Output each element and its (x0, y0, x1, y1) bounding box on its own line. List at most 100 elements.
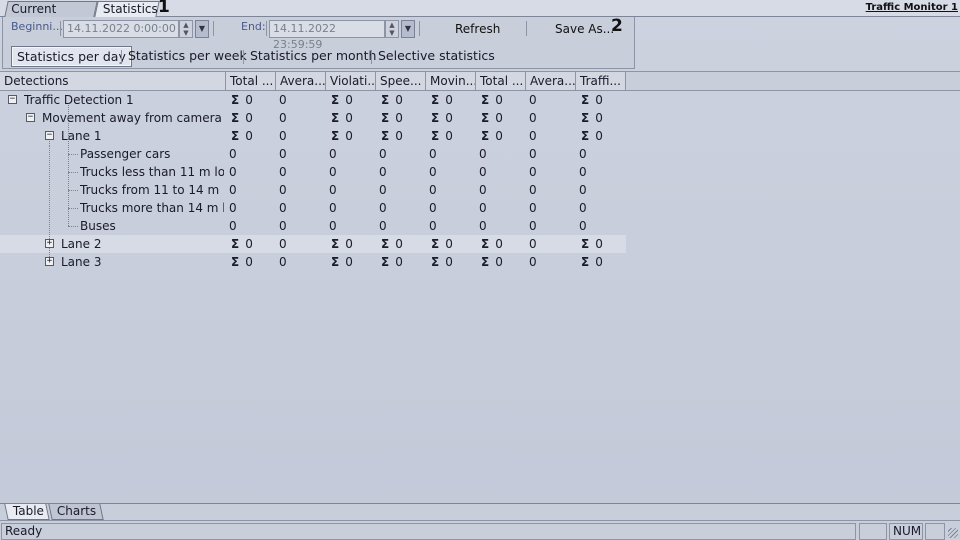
sigma-icon: Σ (331, 255, 340, 269)
sigma-icon: Σ (331, 237, 340, 251)
begin-spin-button[interactable]: ▲ ▼ (179, 20, 193, 38)
end-spin-button[interactable]: ▲ ▼ (385, 20, 399, 38)
row-value-cell: 0 (329, 199, 375, 217)
sigma-icon: Σ (481, 129, 490, 143)
column-header-traffic[interactable]: Traffi... (576, 72, 626, 91)
cell-value: 0 (229, 201, 237, 215)
cell-value: 0 (345, 237, 353, 251)
cell-value: 0 (345, 93, 353, 107)
row-value-cell: 0 (579, 163, 625, 181)
tab-table-label: Table (12, 504, 44, 518)
column-header-moving[interactable]: Movin... (426, 72, 476, 91)
separator (371, 50, 372, 64)
cell-value: 0 (495, 129, 503, 143)
marker-2: 2 (611, 16, 623, 36)
sigma-icon: Σ (331, 111, 340, 125)
table-row[interactable]: − Traffic Detection 1Σ00Σ0Σ0Σ0Σ00Σ0 (0, 91, 626, 109)
column-header-total-2[interactable]: Total ... (476, 72, 526, 91)
save-as-button[interactable]: Save As... (555, 20, 614, 38)
row-label: Trucks from 11 to 14 m lo (80, 183, 224, 197)
sigma-icon: Σ (481, 111, 490, 125)
row-value-cell: 0 (279, 235, 325, 253)
end-datetime-field[interactable]: 14.11.2022 23:59:59 (269, 20, 385, 51)
collapse-icon[interactable]: − (45, 131, 54, 140)
status-panel-empty (859, 523, 887, 540)
resize-grip-icon[interactable] (948, 528, 958, 538)
row-value-cell: Σ0 (331, 91, 377, 109)
row-value-cell: Σ0 (331, 127, 377, 145)
row-value-cell: 0 (379, 163, 425, 181)
tree-connector (68, 154, 78, 155)
cell-value: 0 (245, 255, 253, 269)
refresh-button[interactable]: Refresh (455, 20, 500, 38)
cell-value: 0 (379, 219, 387, 233)
table-row[interactable]: Trucks less than 11 m long 0 0 0 0 0 0 0 0 (0, 163, 626, 181)
cell-value: 0 (229, 219, 237, 233)
row-label: Lane 1 (61, 129, 102, 143)
row-value-cell: Σ0 (331, 109, 377, 127)
row-value-cell: 0 (379, 199, 425, 217)
tab-charts[interactable]: Charts (48, 504, 104, 520)
row-value-cell: Σ0 (581, 109, 627, 127)
table-row[interactable]: − Lane 1Σ00Σ0Σ0Σ0Σ00Σ0 (0, 127, 626, 145)
row-value-cell: 0 (579, 217, 625, 235)
column-header-total[interactable]: Total ... (226, 72, 276, 91)
column-header-average[interactable]: Avera... (276, 72, 326, 91)
row-value-cell: 0 (579, 145, 625, 163)
row-value-cell: Σ0 (381, 91, 427, 109)
cell-value: 0 (395, 255, 403, 269)
tab-current-value[interactable]: Current value (4, 1, 98, 31)
column-header-violations[interactable]: Violati... (326, 72, 376, 91)
table-row[interactable]: + Lane 3Σ00Σ0Σ0Σ0Σ00Σ0 (0, 253, 626, 271)
end-dropdown-button[interactable]: ▼ (401, 20, 415, 38)
cell-value: 0 (279, 255, 287, 269)
table-row[interactable]: Passenger cars 0 0 0 0 0 0 0 0 (0, 145, 626, 163)
collapse-icon[interactable]: − (8, 95, 17, 104)
row-value-cell: 0 (429, 181, 475, 199)
row-value-cell: 0 (529, 145, 575, 163)
column-header-average-2[interactable]: Avera... (526, 72, 576, 91)
cell-value: 0 (345, 111, 353, 125)
cell-value: 0 (495, 237, 503, 251)
expand-icon[interactable]: + (45, 257, 54, 266)
app-title: Traffic Monitor 1 (865, 2, 958, 13)
separator (121, 50, 122, 64)
row-value-cell: 0 (479, 181, 525, 199)
cell-value: 0 (595, 237, 603, 251)
table-row[interactable]: Trucks from 11 to 14 m lo 0 0 0 0 0 0 0 0 (0, 181, 626, 199)
tab-table[interactable]: Table (4, 504, 50, 520)
row-value-cell: Σ0 (481, 91, 527, 109)
sigma-icon: Σ (381, 237, 390, 251)
period-per-month-button[interactable]: Statistics per month (245, 46, 381, 67)
expand-icon[interactable]: + (45, 239, 54, 248)
table-row[interactable]: − Movement away from camera Σ 0 0 Σ 0 Σ 0 Σ 0 Σ 0 0 Σ 0 (0, 109, 626, 127)
row-value-cell: 0 (279, 217, 325, 235)
row-value-cell: Σ0 (581, 127, 627, 145)
sigma-icon: Σ (431, 129, 440, 143)
row-value-cell: Σ0 (431, 91, 477, 109)
period-selective-button[interactable]: Selective statistics (373, 46, 500, 67)
cell-value: 0 (579, 147, 587, 161)
period-per-week-button[interactable]: Statistics per week (123, 46, 252, 67)
cell-value: 0 (245, 129, 253, 143)
row-value-cell: 0 (379, 145, 425, 163)
cell-value: 0 (579, 183, 587, 197)
table-row[interactable]: Buses 0 0 0 0 0 0 0 0 (0, 217, 626, 235)
column-header-speed[interactable]: Spee... (376, 72, 426, 91)
row-value-cell: 0 (529, 127, 575, 145)
cell-value: 0 (529, 255, 537, 269)
column-header-detections[interactable]: Detections (0, 72, 226, 91)
table-row[interactable]: + Lane 2Σ00Σ0Σ0Σ0Σ00Σ0 (0, 235, 626, 253)
tab-statistics[interactable]: Statistics (94, 1, 160, 17)
period-per-day-button[interactable]: Statistics per day (11, 46, 132, 67)
begin-datetime-field[interactable]: 14.11.2022 0:00:00 (63, 20, 179, 38)
collapse-icon[interactable]: − (26, 113, 35, 122)
separator (60, 21, 61, 36)
tree-connector (68, 208, 78, 209)
begin-dropdown-button[interactable]: ▼ (195, 20, 209, 38)
cell-value: 0 (329, 183, 337, 197)
status-text: Ready (1, 523, 856, 540)
table-row[interactable]: Trucks more than 14 m lo 0 0 0 0 0 0 0 0 (0, 199, 626, 217)
row-value-cell: 0 (229, 145, 275, 163)
row-label: Buses (80, 219, 116, 233)
